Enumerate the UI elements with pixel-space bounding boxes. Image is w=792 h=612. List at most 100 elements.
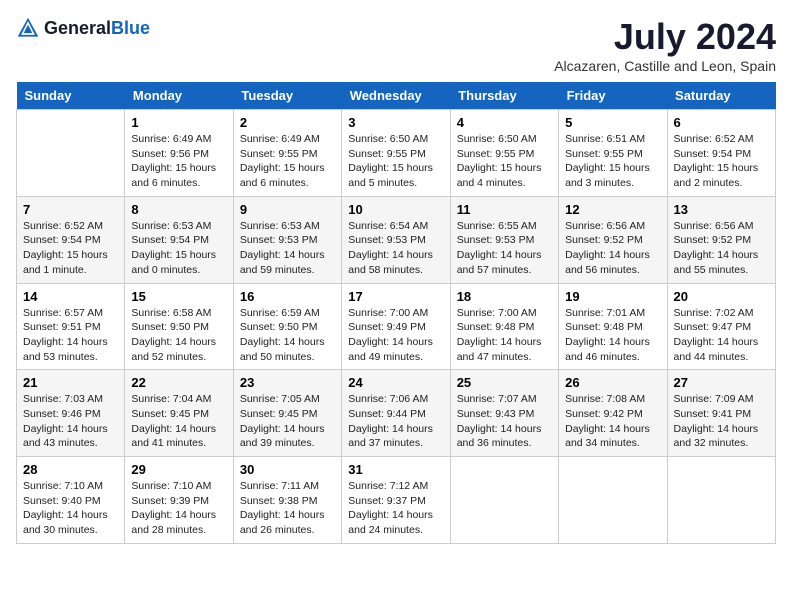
header-friday: Friday xyxy=(559,82,667,110)
cell-details: Sunrise: 6:49 AMSunset: 9:56 PMDaylight:… xyxy=(131,132,226,191)
date-number: 24 xyxy=(348,375,443,390)
cell-details: Sunrise: 7:10 AMSunset: 9:39 PMDaylight:… xyxy=(131,479,226,538)
page-header: GeneralBlue July 2024 Alcazaren, Castill… xyxy=(16,16,776,74)
logo: GeneralBlue xyxy=(16,16,150,40)
cell-4-1: 21 Sunrise: 7:03 AMSunset: 9:46 PMDayligh… xyxy=(17,370,125,457)
cell-details: Sunrise: 7:12 AMSunset: 9:37 PMDaylight:… xyxy=(348,479,443,538)
cell-2-2: 8 Sunrise: 6:53 AMSunset: 9:54 PMDaylight… xyxy=(125,196,233,283)
week-row-4: 21 Sunrise: 7:03 AMSunset: 9:46 PMDayligh… xyxy=(17,370,776,457)
date-number: 26 xyxy=(565,375,660,390)
week-row-2: 7 Sunrise: 6:52 AMSunset: 9:54 PMDaylight… xyxy=(17,196,776,283)
cell-5-1: 28Sunrise: 7:10 AMSunset: 9:40 PMDayligh… xyxy=(17,457,125,544)
date-number: 31 xyxy=(348,462,443,477)
date-number: 8 xyxy=(131,202,226,217)
cell-1-4: 3 Sunrise: 6:50 AMSunset: 9:55 PMDaylight… xyxy=(342,110,450,197)
date-number: 19 xyxy=(565,289,660,304)
cell-5-6 xyxy=(559,457,667,544)
location: Alcazaren, Castille and Leon, Spain xyxy=(554,58,776,74)
cell-details: Sunrise: 7:07 AMSunset: 9:43 PMDaylight:… xyxy=(457,392,552,451)
date-number: 30 xyxy=(240,462,335,477)
cell-details: Sunrise: 6:51 AMSunset: 9:55 PMDaylight:… xyxy=(565,132,660,191)
cell-details: Sunrise: 6:53 AMSunset: 9:54 PMDaylight:… xyxy=(131,219,226,278)
date-number: 27 xyxy=(674,375,769,390)
cell-2-5: 11 Sunrise: 6:55 AMSunset: 9:53 PMDayligh… xyxy=(450,196,558,283)
cell-3-1: 14 Sunrise: 6:57 AMSunset: 9:51 PMDayligh… xyxy=(17,283,125,370)
calendar-table: SundayMondayTuesdayWednesdayThursdayFrid… xyxy=(16,82,776,544)
date-number: 29 xyxy=(131,462,226,477)
date-number: 20 xyxy=(674,289,769,304)
date-number: 10 xyxy=(348,202,443,217)
cell-2-1: 7 Sunrise: 6:52 AMSunset: 9:54 PMDaylight… xyxy=(17,196,125,283)
logo-general: General xyxy=(44,18,111,38)
cell-4-2: 22 Sunrise: 7:04 AMSunset: 9:45 PMDayligh… xyxy=(125,370,233,457)
cell-5-7 xyxy=(667,457,775,544)
cell-1-6: 5 Sunrise: 6:51 AMSunset: 9:55 PMDaylight… xyxy=(559,110,667,197)
cell-details: Sunrise: 6:55 AMSunset: 9:53 PMDaylight:… xyxy=(457,219,552,278)
cell-1-5: 4Sunrise: 6:50 AMSunset: 9:55 PMDaylight… xyxy=(450,110,558,197)
date-number: 14 xyxy=(23,289,118,304)
cell-4-4: 24 Sunrise: 7:06 AMSunset: 9:44 PMDayligh… xyxy=(342,370,450,457)
month-title: July 2024 xyxy=(554,16,776,58)
date-number: 11 xyxy=(457,202,552,217)
week-row-5: 28Sunrise: 7:10 AMSunset: 9:40 PMDayligh… xyxy=(17,457,776,544)
date-number: 25 xyxy=(457,375,552,390)
cell-3-4: 17Sunrise: 7:00 AMSunset: 9:49 PMDayligh… xyxy=(342,283,450,370)
cell-details: Sunrise: 6:49 AMSunset: 9:55 PMDaylight:… xyxy=(240,132,335,191)
cell-4-3: 23Sunrise: 7:05 AMSunset: 9:45 PMDayligh… xyxy=(233,370,341,457)
cell-details: Sunrise: 6:56 AMSunset: 9:52 PMDaylight:… xyxy=(674,219,769,278)
date-number: 5 xyxy=(565,115,660,130)
cell-details: Sunrise: 7:04 AMSunset: 9:45 PMDaylight:… xyxy=(131,392,226,451)
cell-2-7: 13 Sunrise: 6:56 AMSunset: 9:52 PMDayligh… xyxy=(667,196,775,283)
date-number: 9 xyxy=(240,202,335,217)
header-wednesday: Wednesday xyxy=(342,82,450,110)
date-number: 6 xyxy=(674,115,769,130)
cell-details: Sunrise: 6:56 AMSunset: 9:52 PMDaylight:… xyxy=(565,219,660,278)
cell-details: Sunrise: 6:53 AMSunset: 9:53 PMDaylight:… xyxy=(240,219,335,278)
cell-3-2: 15 Sunrise: 6:58 AMSunset: 9:50 PMDayligh… xyxy=(125,283,233,370)
cell-2-4: 10Sunrise: 6:54 AMSunset: 9:53 PMDayligh… xyxy=(342,196,450,283)
date-number: 18 xyxy=(457,289,552,304)
week-row-3: 14 Sunrise: 6:57 AMSunset: 9:51 PMDayligh… xyxy=(17,283,776,370)
date-number: 13 xyxy=(674,202,769,217)
cell-details: Sunrise: 7:02 AMSunset: 9:47 PMDaylight:… xyxy=(674,306,769,365)
cell-details: Sunrise: 6:58 AMSunset: 9:50 PMDaylight:… xyxy=(131,306,226,365)
cell-4-5: 25 Sunrise: 7:07 AMSunset: 9:43 PMDayligh… xyxy=(450,370,558,457)
date-number: 7 xyxy=(23,202,118,217)
title-block: July 2024 Alcazaren, Castille and Leon, … xyxy=(554,16,776,74)
cell-1-1 xyxy=(17,110,125,197)
date-number: 3 xyxy=(348,115,443,130)
logo-blue: Blue xyxy=(111,18,150,38)
cell-3-3: 16 Sunrise: 6:59 AMSunset: 9:50 PMDayligh… xyxy=(233,283,341,370)
cell-details: Sunrise: 7:06 AMSunset: 9:44 PMDaylight:… xyxy=(348,392,443,451)
cell-1-2: 1 Sunrise: 6:49 AMSunset: 9:56 PMDaylight… xyxy=(125,110,233,197)
cell-2-6: 12Sunrise: 6:56 AMSunset: 9:52 PMDayligh… xyxy=(559,196,667,283)
date-number: 22 xyxy=(131,375,226,390)
cell-details: Sunrise: 6:50 AMSunset: 9:55 PMDaylight:… xyxy=(348,132,443,191)
date-number: 15 xyxy=(131,289,226,304)
cell-5-4: 31 Sunrise: 7:12 AMSunset: 9:37 PMDayligh… xyxy=(342,457,450,544)
date-number: 21 xyxy=(23,375,118,390)
logo-icon xyxy=(16,16,40,40)
cell-details: Sunrise: 7:03 AMSunset: 9:46 PMDaylight:… xyxy=(23,392,118,451)
cell-4-7: 27 Sunrise: 7:09 AMSunset: 9:41 PMDayligh… xyxy=(667,370,775,457)
date-number: 16 xyxy=(240,289,335,304)
cell-details: Sunrise: 6:59 AMSunset: 9:50 PMDaylight:… xyxy=(240,306,335,365)
logo-text: GeneralBlue xyxy=(44,18,150,39)
cell-details: Sunrise: 6:52 AMSunset: 9:54 PMDaylight:… xyxy=(23,219,118,278)
cell-details: Sunrise: 6:52 AMSunset: 9:54 PMDaylight:… xyxy=(674,132,769,191)
header-saturday: Saturday xyxy=(667,82,775,110)
header-tuesday: Tuesday xyxy=(233,82,341,110)
cell-3-6: 19Sunrise: 7:01 AMSunset: 9:48 PMDayligh… xyxy=(559,283,667,370)
header-row: SundayMondayTuesdayWednesdayThursdayFrid… xyxy=(17,82,776,110)
cell-2-3: 9 Sunrise: 6:53 AMSunset: 9:53 PMDaylight… xyxy=(233,196,341,283)
date-number: 2 xyxy=(240,115,335,130)
header-sunday: Sunday xyxy=(17,82,125,110)
cell-details: Sunrise: 7:09 AMSunset: 9:41 PMDaylight:… xyxy=(674,392,769,451)
header-thursday: Thursday xyxy=(450,82,558,110)
cell-details: Sunrise: 7:10 AMSunset: 9:40 PMDaylight:… xyxy=(23,479,118,538)
cell-details: Sunrise: 6:57 AMSunset: 9:51 PMDaylight:… xyxy=(23,306,118,365)
cell-5-5 xyxy=(450,457,558,544)
date-number: 17 xyxy=(348,289,443,304)
date-number: 1 xyxy=(131,115,226,130)
cell-details: Sunrise: 6:50 AMSunset: 9:55 PMDaylight:… xyxy=(457,132,552,191)
